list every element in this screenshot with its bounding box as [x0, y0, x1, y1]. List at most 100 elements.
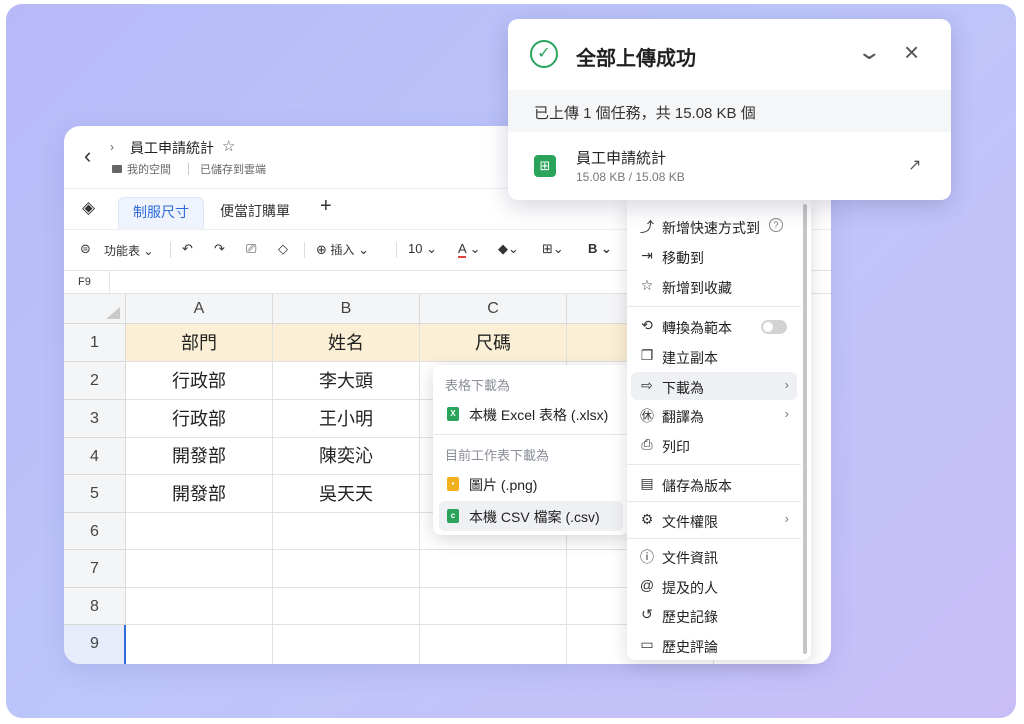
menu-scrollbar[interactable] [803, 204, 807, 654]
cell[interactable] [273, 550, 420, 588]
chevron-down-icon[interactable]: ⌄ [856, 39, 882, 65]
font-color-button[interactable]: A ⌄ [458, 241, 480, 258]
cell[interactable]: 部門 [126, 324, 273, 362]
star-icon[interactable]: ☆ [222, 137, 235, 155]
menu-item-label: 列印 [662, 439, 690, 455]
shortcut-icon: ⤴ [640, 219, 654, 235]
menu-item-move[interactable]: ⇥ 移動到 [631, 242, 797, 270]
borders-icon[interactable]: ⊞⌄ [542, 241, 564, 257]
select-all-corner[interactable] [64, 294, 126, 324]
fill-color-icon[interactable]: ◆⌄ [498, 241, 519, 257]
download-png-item[interactable]: ▪ 圖片 (.png) [439, 469, 623, 499]
row-header[interactable]: 1 [64, 324, 126, 362]
row-header[interactable]: 5 [64, 475, 126, 513]
menu-item-convert-template[interactable]: ⟲ 轉換為範本 [631, 312, 797, 340]
functions-menu-button[interactable]: 功能表 ⌄ [104, 242, 153, 259]
menu-item-history[interactable]: ↺ 歷史記錄 [631, 601, 797, 629]
menu-item-duplicate[interactable]: ❐ 建立副本 [631, 342, 797, 370]
cell[interactable] [420, 550, 567, 588]
cell[interactable]: 開發部 [126, 475, 273, 513]
row-header[interactable]: 3 [64, 400, 126, 438]
document-title[interactable]: 員工申請統計 [130, 138, 214, 158]
space-link[interactable]: 我的空間 [127, 161, 171, 177]
download-submenu: 表格下載為 X 本機 Excel 表格 (.xlsx) 目前工作表下載為 ▪ 圖… [433, 365, 629, 535]
insert-button[interactable]: ⊕ 插入 ⌄ [316, 241, 369, 258]
menu-divider [627, 538, 801, 539]
undo-icon[interactable]: ↶ [182, 241, 193, 257]
menu-item-favorite[interactable]: ☆ 新增到收藏 [631, 272, 797, 300]
download-xlsx-item[interactable]: X 本機 Excel 表格 (.xlsx) [439, 399, 623, 429]
image-file-icon: ▪ [447, 477, 459, 491]
cell[interactable]: 姓名 [273, 324, 420, 362]
menu-item-translate[interactable]: ㊡ 翻譯為 › [631, 401, 797, 429]
cell[interactable] [126, 625, 273, 664]
comment-icon: ▭ [640, 636, 654, 652]
cell[interactable]: 開發部 [126, 438, 273, 475]
menu-item-print[interactable]: ⎙ 列印 [631, 431, 797, 459]
cell-reference[interactable]: F9 [78, 276, 91, 288]
redo-icon[interactable]: ↷ [214, 241, 225, 257]
background-card: ‹ › 員工申請統計 ☆ 我的空間 已儲存到雲端 ◈ 制服尺寸 便當訂購單 + … [6, 4, 1016, 718]
chevron-right-icon: › [784, 406, 789, 421]
cell[interactable] [126, 550, 273, 588]
cell[interactable]: 行政部 [126, 400, 273, 438]
row-header[interactable]: 6 [64, 513, 126, 550]
uploaded-file-name[interactable]: 員工申請統計 [576, 147, 666, 168]
menu-item-mentions[interactable]: @ 提及的人 [631, 572, 797, 600]
cell[interactable] [273, 513, 420, 550]
cell[interactable] [420, 625, 567, 664]
cell[interactable]: 李大頭 [273, 362, 420, 400]
tab-uniform-size[interactable]: 制服尺寸 [118, 197, 204, 229]
layers-icon[interactable]: ◈ [82, 198, 95, 218]
menu-item-label: 提及的人 [662, 580, 718, 596]
column-header[interactable]: C [420, 294, 567, 324]
menu-item-download-as[interactable]: ⇨ 下載為 › [631, 372, 797, 400]
tab-lunch-order[interactable]: 便當訂購單 [206, 197, 304, 229]
row-header[interactable]: 8 [64, 588, 126, 625]
menu-section-label: 目前工作表下載為 [445, 448, 550, 463]
bold-button[interactable]: B ⌄ [588, 241, 612, 257]
font-size-select[interactable]: 10 ⌄ [408, 241, 437, 257]
chevron-right-icon: › [784, 511, 789, 526]
row-header[interactable]: 2 [64, 362, 126, 400]
cell[interactable]: 行政部 [126, 362, 273, 400]
insert-label: 插入 [330, 243, 355, 257]
menu-item-comments[interactable]: ▭ 歷史評論 [631, 631, 797, 659]
help-icon[interactable]: ? [769, 218, 783, 232]
template-icon: ⟲ [641, 317, 653, 333]
menu-item-label: 歷史記錄 [662, 609, 718, 625]
menu-item-label: 文件資訊 [662, 550, 718, 566]
row-header[interactable]: 4 [64, 438, 126, 475]
menu-item-save-version[interactable]: ▤ 儲存為版本 [631, 470, 797, 498]
cell[interactable]: 王小明 [273, 400, 420, 438]
cell[interactable]: 尺碼 [420, 324, 567, 362]
cell[interactable] [126, 513, 273, 550]
template-toggle[interactable] [761, 320, 787, 334]
menu-item-label: 歷史評論 [662, 639, 718, 655]
chevron-right-icon: › [784, 377, 789, 392]
cell[interactable] [420, 588, 567, 625]
back-button[interactable]: ‹ [84, 144, 100, 168]
row-header[interactable]: 7 [64, 550, 126, 588]
row-header-selected[interactable]: 9 [64, 625, 126, 664]
divider [109, 271, 110, 295]
column-header[interactable]: A [126, 294, 273, 324]
cell[interactable] [273, 588, 420, 625]
menu-icon[interactable]: ⊜ [80, 241, 91, 257]
printer-icon: ⎙ [641, 436, 653, 452]
clear-format-icon[interactable]: ◇ [278, 241, 288, 257]
menu-item-add-shortcut[interactable]: ⤴ 新增快速方式到 ? [631, 212, 797, 240]
format-painter-icon[interactable]: ⎚ [246, 241, 256, 257]
column-header[interactable]: B [273, 294, 420, 324]
open-external-icon[interactable]: ↗ [908, 155, 921, 175]
divider [188, 163, 189, 175]
cell[interactable] [273, 625, 420, 664]
cell[interactable]: 吳天天 [273, 475, 420, 513]
cell[interactable] [126, 588, 273, 625]
menu-item-permissions[interactable]: ⚙ 文件權限 › [631, 506, 797, 534]
close-icon[interactable]: × [904, 37, 919, 68]
cell[interactable]: 陳奕沁 [273, 438, 420, 475]
download-csv-item[interactable]: c 本機 CSV 檔案 (.csv) [439, 501, 623, 531]
add-sheet-icon[interactable]: + [320, 195, 332, 218]
menu-item-file-info[interactable]: ⓘ 文件資訊 [631, 542, 797, 570]
